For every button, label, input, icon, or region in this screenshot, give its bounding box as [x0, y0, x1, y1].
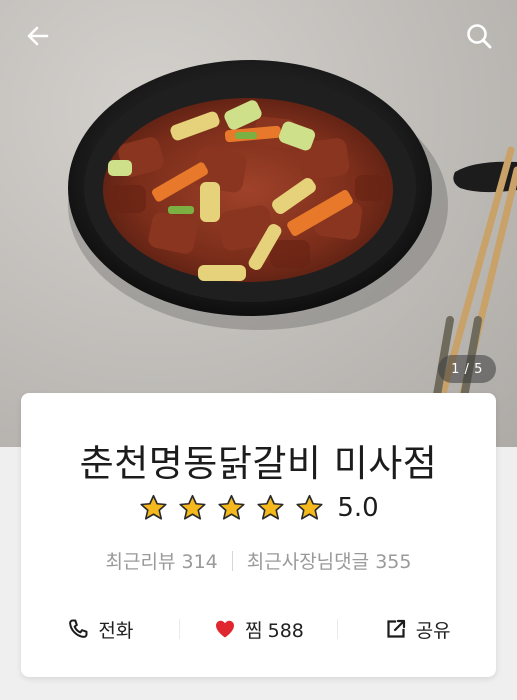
arrow-left-icon: [27, 26, 49, 46]
call-label: 전화: [98, 619, 134, 642]
restaurant-photo-gallery[interactable]: 1 / 5: [0, 0, 517, 447]
share-label: 공유: [415, 619, 451, 642]
owner-comments-count: 355: [375, 551, 412, 573]
star-icon: [179, 494, 206, 520]
star-icon: [257, 494, 284, 520]
photo-counter: 1 / 5: [438, 355, 496, 383]
phone-icon: [69, 619, 88, 638]
call-button[interactable]: 전화: [21, 609, 179, 649]
share-button[interactable]: 공유: [338, 609, 496, 649]
star-icon: [218, 494, 245, 520]
heart-icon: [216, 620, 235, 638]
star-icon: [296, 494, 323, 520]
recent-reviews-label: 최근리뷰: [105, 551, 176, 573]
star-icon: [140, 494, 167, 520]
dakgalbi-photo: [68, 60, 517, 447]
review-stats: 최근리뷰 314 최근사장님댓글 355: [21, 547, 496, 574]
recent-reviews[interactable]: 최근리뷰 314: [106, 547, 218, 574]
like-count: 588: [267, 619, 304, 642]
action-bar: 전화 찜 588 공유: [21, 609, 496, 649]
search-button[interactable]: [457, 14, 501, 58]
divider: [231, 550, 233, 571]
owner-comments[interactable]: 최근사장님댓글 355: [247, 547, 412, 574]
like-label: 찜: [245, 619, 263, 642]
rating-value: 5.0: [337, 493, 379, 523]
recent-reviews-count: 314: [181, 551, 218, 573]
restaurant-info-card: 춘천명동닭갈비 미사점 5.0 최근리뷰 314 최근사장님댓글 355 전화: [21, 393, 496, 677]
owner-comments-label: 최근사장님댓글: [246, 551, 370, 573]
restaurant-name: 춘천명동닭갈비 미사점: [79, 442, 438, 485]
rating-row: 5.0: [21, 493, 496, 523]
like-button[interactable]: 찜 588: [180, 609, 338, 649]
share-icon: [387, 619, 405, 638]
back-button[interactable]: [16, 14, 60, 58]
search-icon: [467, 24, 492, 49]
